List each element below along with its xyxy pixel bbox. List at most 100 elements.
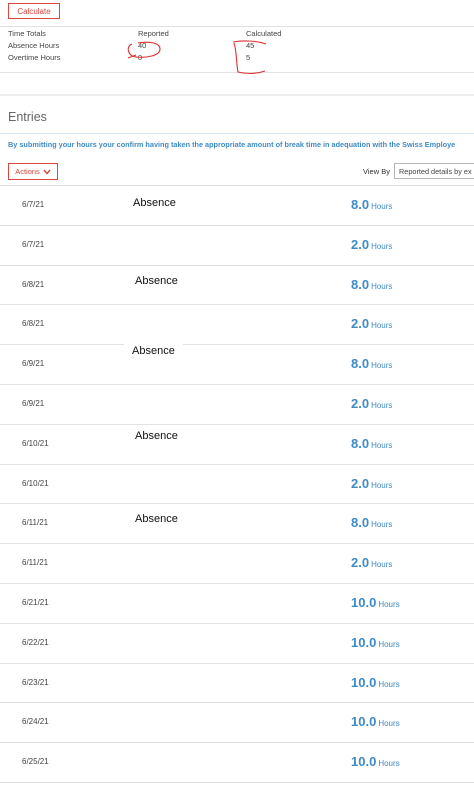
- entry-hours-unit: Hours: [378, 639, 400, 649]
- entry-date: 6/22/21: [22, 637, 49, 647]
- view-by-label: View By: [363, 167, 390, 176]
- table-row[interactable]: 6/23/21 10.0 Hours: [0, 664, 474, 704]
- entry-date: 6/21/21: [22, 597, 49, 607]
- entry-hours-unit: Hours: [378, 599, 400, 609]
- table-row[interactable]: 6/8/21 8.0 Hours: [0, 266, 474, 306]
- divider: [0, 72, 474, 73]
- entry-hours-value: 10.0: [351, 754, 377, 770]
- entry-date: 6/11/21: [22, 518, 49, 528]
- entry-hours-unit: Hours: [378, 759, 400, 769]
- entry-hours[interactable]: 10.0 Hours: [351, 674, 400, 692]
- entry-date: 6/11/21: [22, 558, 49, 568]
- entry-hours-value: 10.0: [351, 714, 377, 730]
- calculate-button[interactable]: Calculate: [8, 3, 60, 19]
- entry-date: 6/24/21: [22, 717, 49, 727]
- entry-hours[interactable]: 10.0 Hours: [351, 753, 400, 771]
- entry-hours-value: 8.0: [351, 435, 370, 451]
- reported-header: Reported: [138, 29, 169, 38]
- entry-date: 6/9/21: [22, 398, 45, 408]
- table-row[interactable]: 6/7/21 2.0 Hours: [0, 226, 474, 266]
- entry-date: 6/23/21: [22, 677, 49, 687]
- time-totals-header: Time Totals: [8, 29, 46, 38]
- entry-hours-unit: Hours: [371, 361, 393, 371]
- entry-date: 6/8/21: [22, 279, 45, 289]
- view-by-select[interactable]: Reported details by ex: [394, 163, 474, 179]
- table-row[interactable]: 6/8/21 2.0 Hours: [0, 305, 474, 346]
- divider: [0, 26, 474, 27]
- actions-label: Actions: [15, 167, 40, 176]
- table-row[interactable]: 6/9/21 8.0 Hours: [0, 345, 474, 385]
- entry-date: 6/25/21: [22, 757, 49, 767]
- table-row[interactable]: 6/11/21 2.0 Hours: [0, 544, 474, 584]
- entry-hours[interactable]: 8.0 Hours: [351, 514, 392, 532]
- entry-hours-unit: Hours: [371, 281, 393, 291]
- absence-annotation: Absence: [129, 197, 180, 209]
- section-divider: [0, 94, 474, 96]
- absence-annotation: Absence: [131, 513, 182, 525]
- entry-date: 6/8/21: [22, 319, 45, 329]
- absence-hours-label: Absence Hours: [8, 41, 60, 50]
- entry-hours[interactable]: 2.0 Hours: [351, 475, 392, 493]
- entry-hours[interactable]: 10.0 Hours: [351, 594, 400, 612]
- chevron-down-icon: [43, 169, 51, 175]
- entry-hours-value: 10.0: [351, 594, 377, 610]
- entries-title: Entries: [8, 110, 47, 124]
- table-row[interactable]: 6/10/21 2.0 Hours: [0, 465, 474, 505]
- entry-hours[interactable]: 2.0 Hours: [351, 554, 392, 572]
- entry-date: 6/7/21: [22, 200, 45, 209]
- entry-hours-value: 10.0: [351, 674, 377, 690]
- entry-hours-value: 8.0: [351, 197, 370, 212]
- table-row[interactable]: 6/7/21 8.0 Hours: [0, 186, 474, 226]
- absence-hours-calculated: 45: [246, 41, 255, 50]
- entry-hours-unit: Hours: [371, 321, 393, 331]
- entry-hours-value: 10.0: [351, 634, 377, 650]
- entry-hours-value: 2.0: [351, 475, 370, 491]
- entry-hours-value: 8.0: [351, 356, 370, 372]
- entry-hours-value: 2.0: [351, 395, 370, 411]
- entry-hours[interactable]: 10.0 Hours: [351, 634, 400, 652]
- entry-date: 6/9/21: [22, 359, 45, 369]
- break-time-notice: By submitting your hours your confirm ha…: [8, 140, 456, 149]
- table-row[interactable]: 6/24/21 10.0 Hours: [0, 703, 474, 744]
- entry-hours[interactable]: 8.0 Hours: [351, 355, 392, 373]
- entry-date: 6/10/21: [22, 438, 49, 448]
- entry-hours-unit: Hours: [371, 241, 393, 251]
- calculated-header: Calculated: [246, 29, 282, 38]
- entry-hours[interactable]: 8.0 Hours: [351, 196, 392, 214]
- entry-hours[interactable]: 10.0 Hours: [351, 713, 400, 731]
- absence-annotation: Absence: [131, 430, 182, 442]
- entry-hours-unit: Hours: [371, 400, 393, 410]
- table-row[interactable]: 6/10/21 8.0 Hours: [0, 425, 474, 465]
- totals-row-absence: Absence Hours 40 45: [0, 40, 474, 52]
- table-row[interactable]: 6/22/21 10.0 Hours: [0, 624, 474, 664]
- entry-hours[interactable]: 2.0 Hours: [351, 395, 392, 413]
- overtime-hours-reported: 0: [138, 53, 143, 62]
- entry-hours[interactable]: 8.0 Hours: [351, 435, 392, 453]
- divider: [0, 133, 474, 134]
- entry-hours-unit: Hours: [371, 560, 393, 570]
- entry-hours[interactable]: 2.0 Hours: [351, 315, 392, 333]
- actions-dropdown-button[interactable]: Actions: [8, 163, 58, 180]
- entry-hours-unit: Hours: [371, 202, 393, 211]
- entry-hours-value: 8.0: [351, 515, 370, 531]
- entry-date: 6/10/21: [22, 478, 49, 488]
- entry-hours-unit: Hours: [371, 440, 393, 450]
- absence-annotation: Absence: [131, 275, 182, 287]
- table-row[interactable]: 6/11/21 8.0 Hours: [0, 504, 474, 545]
- table-row[interactable]: 6/21/21 10.0 Hours: [0, 584, 474, 624]
- entry-hours-unit: Hours: [378, 679, 400, 689]
- entry-hours-unit: Hours: [378, 719, 400, 729]
- absence-hours-reported: 40: [138, 41, 147, 50]
- entry-hours[interactable]: 8.0 Hours: [351, 276, 392, 294]
- absence-annotation: Absence: [124, 344, 183, 358]
- entry-hours-unit: Hours: [371, 480, 393, 490]
- overtime-hours-calculated: 5: [246, 53, 251, 62]
- overtime-hours-label: Overtime Hours: [8, 53, 61, 62]
- entry-hours-unit: Hours: [371, 520, 393, 530]
- entry-hours-value: 2.0: [351, 236, 370, 252]
- table-row[interactable]: 6/9/21 2.0 Hours: [0, 385, 474, 425]
- entry-hours-value: 8.0: [351, 276, 370, 292]
- table-row[interactable]: 6/25/21 10.0 Hours: [0, 743, 474, 783]
- entry-hours[interactable]: 2.0 Hours: [351, 236, 392, 254]
- entry-date: 6/7/21: [22, 239, 45, 249]
